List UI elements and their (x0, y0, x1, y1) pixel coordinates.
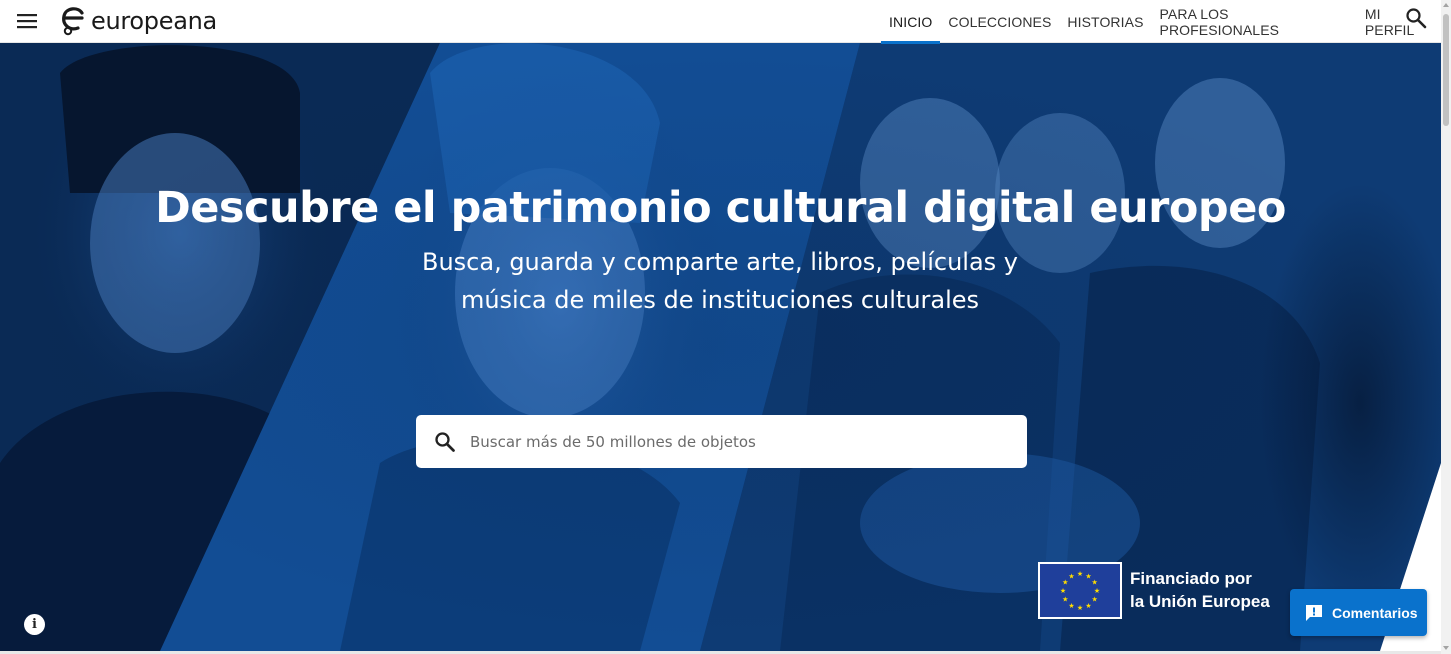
logo-text: europeana (91, 7, 217, 35)
search-icon[interactable] (1405, 7, 1427, 29)
eu-star-icon: ★ (1068, 602, 1074, 610)
feedback-icon (1306, 604, 1322, 621)
hamburger-menu-icon[interactable] (14, 8, 40, 34)
hero-subtitle: Busca, guarda y comparte arte, libros, p… (420, 243, 1020, 319)
nav-item-inicio[interactable]: INICIO (881, 0, 941, 44)
nav-item-historias[interactable]: HISTORIAS (1059, 0, 1151, 43)
scroll-thumb[interactable] (1443, 14, 1449, 126)
feedback-button-label: Comentarios (1332, 604, 1418, 621)
scroll-down-arrow-icon[interactable] (1443, 646, 1449, 650)
nav-item-mi-perfil[interactable]: MI PERFIL (1357, 0, 1441, 43)
main-nav: INICIO COLECCIONES HISTORIAS PARA LOS PR… (881, 0, 1441, 44)
eu-star-icon: ★ (1092, 579, 1098, 587)
nav-item-profesionales[interactable]: PARA LOS PROFESIONALES (1152, 0, 1357, 43)
eu-flag-icon: ★ ★ ★ ★ ★ ★ ★ ★ ★ ★ ★ ★ (1038, 562, 1122, 619)
hero-subtitle-line-2: música de miles de instituciones cultura… (460, 286, 980, 314)
eu-funding-text: Financiado por la Unión Europea (1130, 567, 1300, 613)
nav-item-colecciones[interactable]: COLECCIONES (940, 0, 1059, 43)
eu-star-icon: ★ (1068, 572, 1074, 580)
europeana-logo[interactable]: europeana (60, 0, 217, 43)
info-icon[interactable]: i (24, 614, 45, 635)
eu-funding-line-1: Financiado por (1130, 569, 1252, 588)
eu-star-icon: ★ (1077, 570, 1083, 578)
site-header: europeana INICIO COLECCIONES HISTORIAS P… (0, 0, 1441, 44)
eu-star-icon: ★ (1077, 604, 1083, 612)
hero-background-image (0, 43, 1441, 651)
eu-star-icon: ★ (1085, 602, 1091, 610)
search-icon (435, 431, 455, 452)
scroll-up-arrow-icon[interactable] (1443, 3, 1449, 7)
hero-search-box[interactable] (416, 415, 1027, 468)
eu-star-icon: ★ (1062, 596, 1068, 604)
eu-star-icon: ★ (1092, 596, 1098, 604)
europeana-logo-icon (62, 7, 84, 36)
page-scrollbar[interactable] (1441, 0, 1451, 654)
hero-banner: Descubre el patrimonio cultural digital … (0, 43, 1441, 651)
hero-title: Descubre el patrimonio cultural digital … (155, 183, 1286, 233)
hero-subtitle-line-1: Busca, guarda y comparte arte, libros, p… (421, 248, 1019, 276)
eu-funding-line-2: la Unión Europea (1130, 592, 1270, 611)
feedback-button[interactable]: Comentarios (1290, 589, 1427, 636)
eu-star-icon: ★ (1060, 587, 1066, 595)
eu-star-icon: ★ (1094, 587, 1100, 595)
search-input[interactable] (470, 432, 1010, 451)
